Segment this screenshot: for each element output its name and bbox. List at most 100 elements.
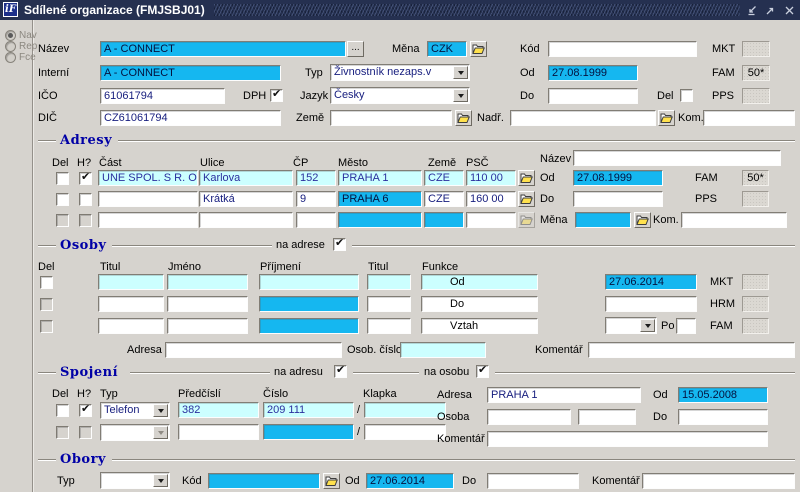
typ-dropdown[interactable]: Živnostník nezaps.v	[330, 64, 470, 81]
spojeni-row1-klapka[interactable]	[364, 402, 446, 418]
osoby-vztah-dropdown[interactable]	[605, 317, 657, 334]
osoby-row1-titul[interactable]	[98, 274, 164, 290]
adresy-row1-cp[interactable]: 152	[296, 170, 336, 186]
adresy-row1-zeme[interactable]: CZE	[424, 170, 464, 186]
spojeni-adresa-field[interactable]: PRAHA 1	[487, 387, 641, 403]
chevron-down-icon[interactable]	[640, 319, 655, 332]
kom-field[interactable]	[703, 110, 795, 126]
spojeni-osoba-field2[interactable]	[578, 409, 636, 425]
adresy-mena-lookup-button[interactable]	[634, 212, 651, 228]
adresy-row3-psc[interactable]	[466, 212, 516, 228]
adresy-do-field[interactable]	[573, 191, 663, 207]
dic-field[interactable]: CZ61061794	[100, 110, 281, 126]
adresy-row2-h-checkbox[interactable]	[79, 193, 92, 206]
kod-field[interactable]	[548, 41, 697, 57]
adresy-row3-cp[interactable]	[296, 212, 336, 228]
adresy-row2-cast[interactable]	[98, 191, 198, 207]
adresy-row2-lookup-button[interactable]	[518, 191, 535, 207]
radio-fce[interactable]	[5, 52, 16, 63]
adresy-row3-cast[interactable]	[98, 212, 198, 228]
adresy-row1-mesto[interactable]: PRAHA 1	[338, 170, 422, 186]
chevron-down-icon[interactable]	[453, 66, 468, 79]
spojeni-do-field[interactable]	[678, 409, 768, 425]
osoby-row3-titul[interactable]	[98, 318, 164, 334]
adresy-row1-psc[interactable]: 110 00	[466, 170, 516, 186]
osoby-do-field[interactable]	[605, 296, 697, 312]
osoby-row1-jmeno[interactable]	[167, 274, 248, 290]
chevron-down-icon[interactable]	[453, 89, 468, 102]
spojeni-row1-typ-dropdown[interactable]: Telefon	[100, 402, 170, 419]
osoby-adresa-field[interactable]	[165, 342, 342, 358]
adresy-row3-ulice[interactable]	[199, 212, 293, 228]
adresy-kom-field[interactable]	[681, 212, 787, 228]
zeme-field[interactable]	[330, 110, 452, 126]
osoby-row1-prijmeni[interactable]	[259, 274, 359, 290]
dph-checkbox[interactable]	[270, 89, 283, 102]
radio-nav[interactable]	[5, 30, 16, 41]
osoby-row1-titul2[interactable]	[367, 274, 411, 290]
spojeni-row2-cislo[interactable]	[263, 424, 354, 440]
zeme-lookup-button[interactable]	[455, 110, 472, 126]
osoby-row2-prijmeni[interactable]	[259, 296, 359, 312]
spojeni-row1-predcisli[interactable]: 382	[178, 402, 259, 418]
osoby-od-field[interactable]: 27.06.2014	[605, 274, 697, 290]
spojeni-komentar-field[interactable]	[487, 431, 768, 447]
chevron-down-icon[interactable]	[153, 404, 168, 417]
spojeni-osoba-field[interactable]	[487, 409, 571, 425]
adresy-od-field[interactable]: 27.08.1999	[573, 170, 663, 186]
osoby-row3-funkce[interactable]	[421, 318, 538, 334]
osoby-row3-prijmeni[interactable]	[259, 318, 359, 334]
osoby-osob-cislo-field[interactable]	[400, 342, 486, 358]
adresy-row1-cast[interactable]: UNE SPOL. S R. O.	[98, 170, 198, 186]
osoby-row2-titul2[interactable]	[367, 296, 411, 312]
na-adrese-checkbox[interactable]	[333, 238, 346, 251]
adresy-row2-del-checkbox[interactable]	[56, 193, 69, 206]
spojeni-od-field[interactable]: 15.05.2008	[678, 387, 768, 403]
obory-kod-lookup-button[interactable]	[323, 473, 340, 489]
adresy-row2-cp[interactable]: 9	[296, 191, 336, 207]
osoby-po-field[interactable]	[676, 318, 696, 334]
spojeni-row1-del-checkbox[interactable]	[56, 404, 69, 417]
interni-field[interactable]: A - CONNECT	[100, 65, 281, 81]
adresy-nazev-field[interactable]	[573, 150, 781, 166]
na-adresu-checkbox[interactable]	[334, 365, 347, 378]
restore-button[interactable]	[763, 3, 778, 17]
osoby-row1-funkce[interactable]	[421, 274, 538, 290]
close-button[interactable]	[782, 3, 797, 17]
osoby-row3-jmeno[interactable]	[167, 318, 248, 334]
osoby-row3-titul2[interactable]	[367, 318, 411, 334]
minimize-button[interactable]	[745, 3, 760, 17]
adresy-row2-mesto[interactable]: PRAHA 6	[338, 191, 422, 207]
spojeni-row1-cislo[interactable]: 209 111	[263, 402, 354, 418]
adresy-row3-mesto[interactable]	[338, 212, 422, 228]
spojeni-row2-predcisli[interactable]	[178, 424, 259, 440]
na-osobu-checkbox[interactable]	[476, 365, 489, 378]
obory-od-field[interactable]: 27.06.2014	[366, 473, 454, 489]
adresy-row2-ulice[interactable]: Krátká	[199, 191, 293, 207]
del-checkbox[interactable]	[680, 89, 693, 102]
adresy-row1-del-checkbox[interactable]	[56, 172, 69, 185]
spojeni-row2-klapka[interactable]	[364, 424, 446, 440]
jazyk-dropdown[interactable]: Česky	[330, 87, 470, 104]
osoby-komentar-field[interactable]	[588, 342, 795, 358]
adresy-row2-zeme[interactable]: CZE	[424, 191, 464, 207]
nadr-lookup-button[interactable]	[658, 110, 675, 126]
mena-lookup-button[interactable]	[470, 41, 487, 57]
nadr-field[interactable]	[510, 110, 656, 126]
ico-field[interactable]: 61061794	[100, 88, 225, 104]
adresy-mena-field[interactable]	[575, 212, 631, 228]
nazev-field[interactable]: A - CONNECT	[100, 41, 346, 57]
radio-rep[interactable]	[5, 41, 16, 52]
osoby-row2-funkce[interactable]	[421, 296, 538, 312]
obory-kod-field[interactable]	[208, 473, 320, 489]
adresy-row3-zeme[interactable]	[424, 212, 464, 228]
do-field[interactable]	[548, 88, 638, 104]
od-field[interactable]: 27.08.1999	[548, 65, 638, 81]
adresy-row1-h-checkbox[interactable]	[79, 172, 92, 185]
adresy-row2-psc[interactable]: 160 00	[466, 191, 516, 207]
chevron-down-icon[interactable]	[153, 474, 168, 487]
obory-komentar-field[interactable]	[642, 473, 795, 489]
spojeni-row1-h-checkbox[interactable]	[79, 404, 92, 417]
osoby-row2-titul[interactable]	[98, 296, 164, 312]
osoby-row1-del-checkbox[interactable]	[40, 276, 53, 289]
